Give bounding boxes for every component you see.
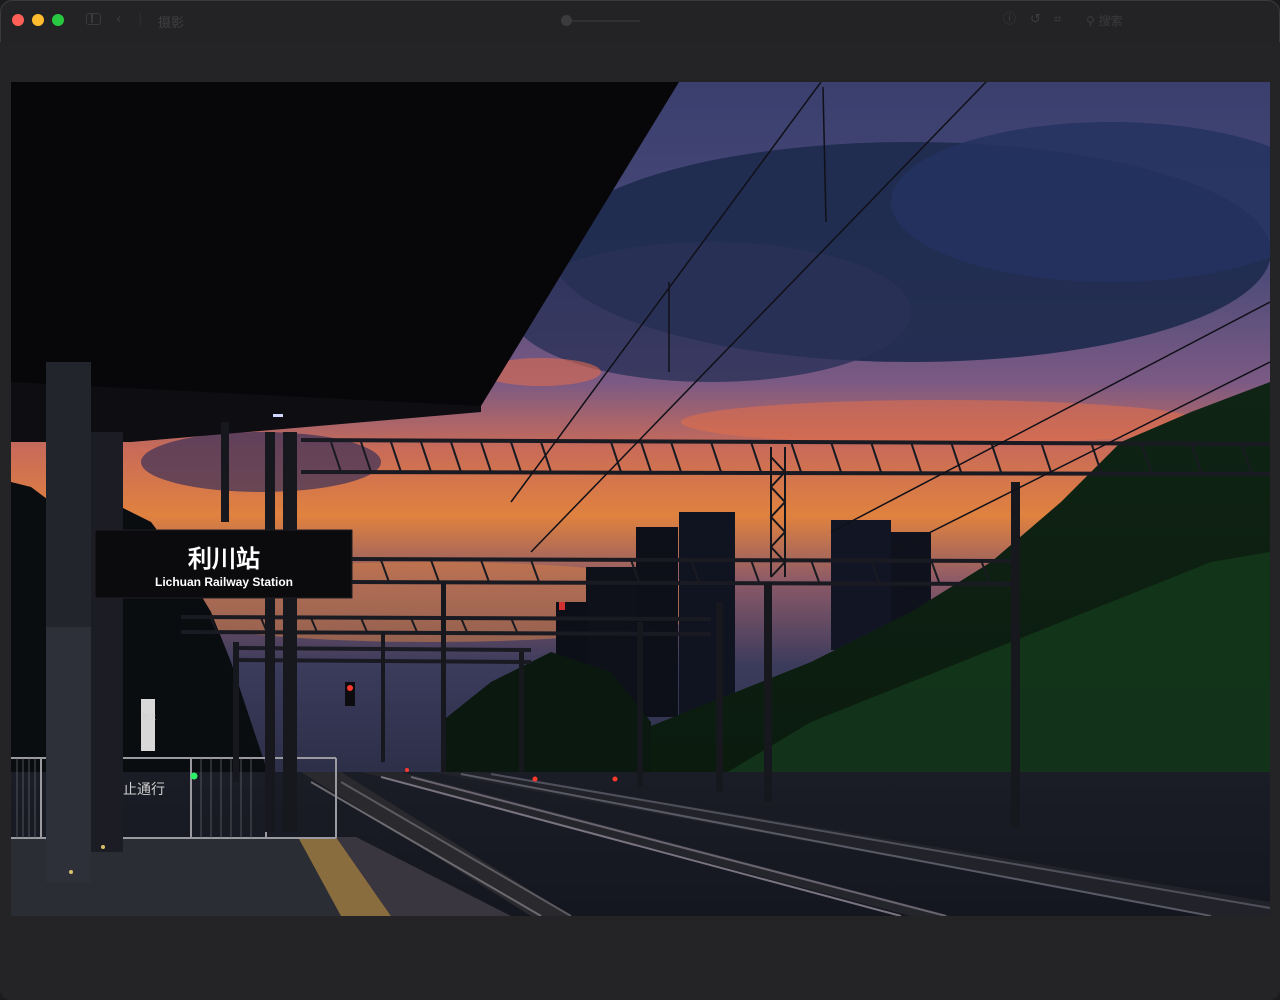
barrier-text: 止通行	[123, 782, 165, 798]
search-field[interactable]: ⚲ 搜索	[1086, 12, 1123, 29]
post-sign-text: 禁止	[142, 712, 156, 721]
search-label: 搜索	[1098, 14, 1123, 28]
photos-window: ‹ | 摄影 ⓘ ↺ ⌗ ⚲ 搜索 止通行 禁止 利川站 Lichuan Rai…	[0, 0, 1280, 1000]
sidebar-toggle-icon[interactable]	[86, 13, 101, 25]
title-bar: ‹ | 摄影 ⓘ ↺ ⌗ ⚲ 搜索	[0, 0, 1280, 42]
toolbar-divider: |	[138, 12, 143, 27]
zoom-slider[interactable]	[566, 20, 640, 22]
rotate-icon[interactable]: ↺	[1030, 12, 1041, 28]
window-title: 摄影	[158, 16, 185, 31]
minimize-button[interactable]	[32, 14, 44, 26]
station-name-en: Lichuan Railway Station	[155, 575, 293, 589]
window-controls	[12, 14, 64, 26]
search-icon: ⚲	[1086, 14, 1095, 28]
chevron-left-icon[interactable]: ‹	[116, 12, 121, 28]
station-photo: 止通行 禁止 利川站 Lichuan Railway Station	[11, 82, 1270, 916]
close-button[interactable]	[12, 14, 24, 26]
zoom-button[interactable]	[52, 14, 64, 26]
info-icon[interactable]: ⓘ	[1003, 12, 1016, 28]
crop-icon[interactable]: ⌗	[1054, 12, 1061, 28]
station-name-cn: 利川站	[188, 545, 260, 573]
photo-image[interactable]: 止通行 禁止 利川站 Lichuan Railway Station	[11, 82, 1270, 916]
zoom-slider-knob[interactable]	[561, 15, 572, 26]
